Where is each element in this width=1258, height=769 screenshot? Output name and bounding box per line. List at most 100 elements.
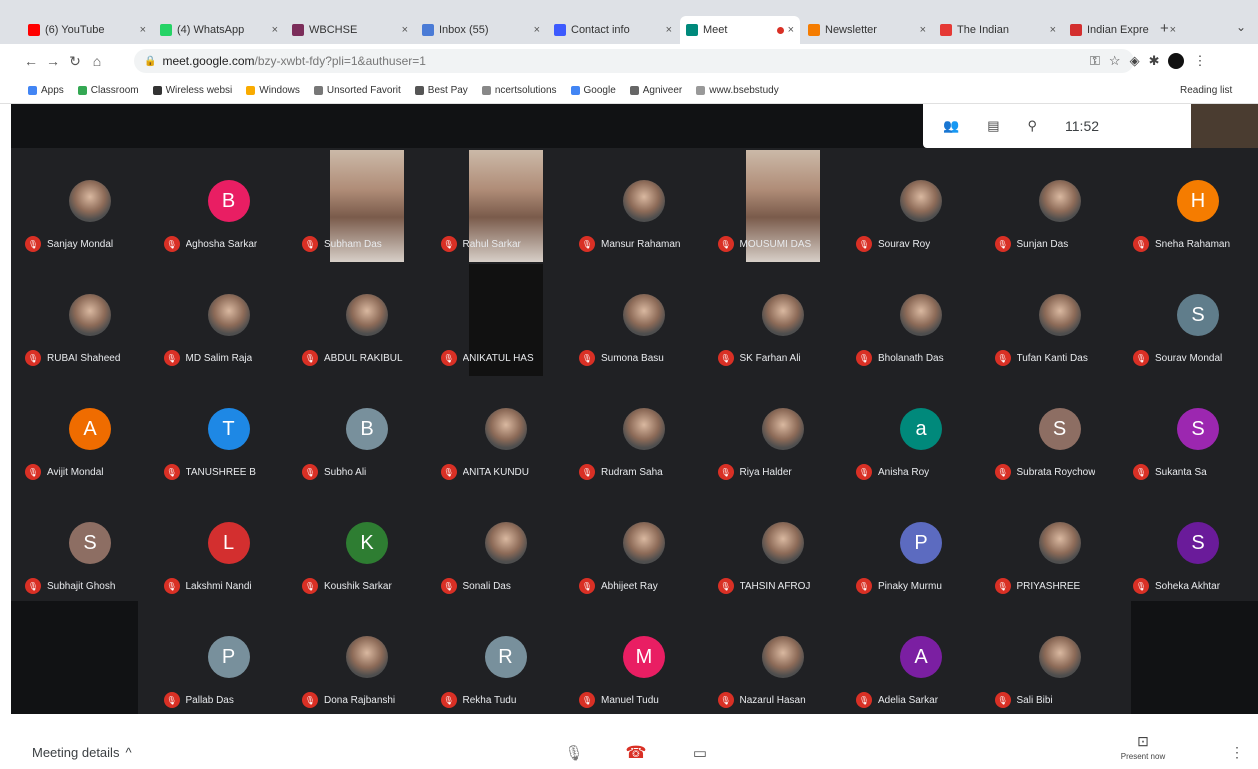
bookmark-icon	[570, 86, 580, 95]
participant-tile[interactable]: 🎙 PRIYASHREE	[991, 492, 1128, 604]
bookmark-item[interactable]: Unsorted Favorit	[313, 85, 401, 96]
participant-tile[interactable]: 🎙 Subham Das	[298, 150, 435, 262]
participant-tile[interactable]: B 🎙 Aghosha Sarkar	[160, 150, 297, 262]
present-now-button[interactable]: ⊡ Present now	[1108, 733, 1178, 761]
participant-tile[interactable]: 🎙 Dona Rajbanshi	[298, 606, 435, 714]
browser-tab[interactable]: (6) YouTube ×	[22, 16, 152, 44]
back-icon[interactable]: ←	[20, 53, 42, 69]
close-tab-icon[interactable]: ×	[140, 24, 146, 36]
participant-name: Dona Rajbanshi	[324, 694, 396, 706]
bookmark-item[interactable]: www.bsebstudy	[696, 85, 779, 96]
close-tab-icon[interactable]: ×	[272, 24, 278, 36]
participant-tile[interactable]: S 🎙 Subrata Roychow	[991, 378, 1128, 490]
close-tab-icon[interactable]: ×	[920, 24, 926, 36]
bookmark-label: www.bsebstudy	[709, 85, 779, 96]
participant-tile[interactable]: 🎙 MD Salim Raja	[160, 264, 297, 376]
participant-tile[interactable]: 🎙 MOUSUMI DAS	[714, 150, 851, 262]
bookmark-item[interactable]: Wireless websi	[152, 85, 232, 96]
participant-tile[interactable]: 🎙 Abhijeet Ray	[575, 492, 712, 604]
participant-tile[interactable]: a 🎙 Anisha Roy	[852, 378, 989, 490]
meeting-details-button[interactable]: Meeting details ^	[32, 745, 132, 760]
close-tab-icon[interactable]: ×	[788, 24, 794, 36]
microphone-button[interactable]: 🎙	[560, 742, 588, 764]
chrome-menu-icon[interactable]: ⋮	[1193, 53, 1206, 69]
participant-tile[interactable]: 🎙 Sanjay Mondal	[21, 150, 158, 262]
participant-tile[interactable]: L 🎙 Lakshmi Nandi	[160, 492, 297, 604]
puzzle-icon[interactable]: ✱	[1149, 53, 1160, 69]
browser-tab[interactable]: Indian Expre ×	[1064, 16, 1182, 44]
participant-tile[interactable]: 🎙 Rahul Sarkar	[437, 150, 574, 262]
participant-tile[interactable]: 🎙 Rudram Saha	[575, 378, 712, 490]
close-tab-icon[interactable]: ×	[402, 24, 408, 36]
browser-tab[interactable]: Inbox (55) ×	[416, 16, 546, 44]
bookmark-item[interactable]: Apps	[28, 85, 64, 96]
reading-list[interactable]: Reading list	[1180, 85, 1232, 96]
participant-tile[interactable]: M 🎙 Manuel Tudu	[575, 606, 712, 714]
participant-tile[interactable]: 🎙 Sali Bibi	[991, 606, 1128, 714]
extension-icon[interactable]: ◈	[1130, 53, 1140, 69]
more-options-icon[interactable]: ⋮	[1230, 744, 1244, 761]
participant-tile[interactable]: 🎙 Sonali Das	[437, 492, 574, 604]
participant-tile[interactable]: P 🎙 Pallab Das	[160, 606, 297, 714]
close-tab-icon[interactable]: ×	[666, 24, 672, 36]
participant-tile[interactable]: 🎙 Tufan Kanti Das	[991, 264, 1128, 376]
participant-tile[interactable]: S 🎙 Sourav Mondal	[1129, 264, 1258, 376]
tab-search-icon[interactable]: ⌄	[1236, 20, 1246, 34]
reload-icon[interactable]: ↻	[64, 53, 86, 70]
close-tab-icon[interactable]: ×	[1170, 24, 1176, 36]
participant-tile[interactable]: K 🎙 Koushik Sarkar	[298, 492, 435, 604]
participant-tile[interactable]: 🎙 Nazarul Hasan	[714, 606, 851, 714]
participant-tile[interactable]: P 🎙 Pinaky Murmu	[852, 492, 989, 604]
profile-avatar[interactable]	[1168, 53, 1185, 69]
forward-icon[interactable]: →	[42, 53, 64, 69]
browser-tab[interactable]: Contact info ×	[548, 16, 678, 44]
home-icon[interactable]: ⌂	[86, 53, 108, 69]
bookmark-item[interactable]: Classroom	[77, 85, 139, 96]
browser-tab[interactable]: Meet ×	[680, 16, 800, 44]
participant-tile[interactable]: 🎙 Sourav Roy	[852, 150, 989, 262]
participant-tile[interactable]: 🎙 Mansur Rahaman	[575, 150, 712, 262]
key-icon[interactable]: ⚿	[1090, 53, 1100, 69]
close-tab-icon[interactable]: ×	[534, 24, 540, 36]
participant-tile[interactable]: 🎙 ANIKATUL HAS	[437, 264, 574, 376]
browser-tab[interactable]: Newsletter ×	[802, 16, 932, 44]
browser-tab[interactable]: (4) WhatsApp ×	[154, 16, 284, 44]
people-icon[interactable]: 👥	[943, 118, 959, 134]
participant-tile[interactable]: A 🎙 Avijit Mondal	[21, 378, 158, 490]
chat-icon[interactable]: ▤	[987, 118, 999, 134]
bookmark-item[interactable]: ncertsolutions	[481, 85, 557, 96]
address-bar[interactable]: 🔒 meet.google.com /bzy-xwbt-fdy?pli=1&au…	[134, 49, 1134, 73]
close-tab-icon[interactable]: ×	[1050, 24, 1056, 36]
participant-tile[interactable]: 🎙 Sunjan Das	[991, 150, 1128, 262]
participant-tile[interactable]: S 🎙 Subhajit Ghosh	[21, 492, 158, 604]
participant-tile[interactable]: B 🎙 Subho Ali	[298, 378, 435, 490]
participant-tile[interactable]: S 🎙 Sukanta Sa	[1129, 378, 1258, 490]
activities-icon[interactable]: ⚲	[1027, 118, 1037, 134]
star-icon[interactable]: ☆	[1109, 53, 1121, 69]
leave-call-button[interactable]: ☎	[622, 742, 650, 764]
browser-tab[interactable]: WBCHSE ×	[286, 16, 414, 44]
participant-tile[interactable]: 🎙 ABDUL RAKIBUL	[298, 264, 435, 376]
bookmark-label: ncertsolutions	[494, 85, 557, 96]
participant-tile[interactable]: 🎙 Riya Halder	[714, 378, 851, 490]
participant-avatar: B	[346, 408, 388, 450]
participant-tile[interactable]: S 🎙 Soheka Akhtar	[1129, 492, 1258, 604]
browser-tab[interactable]: The Indian ×	[934, 16, 1062, 44]
participant-tile[interactable]: 🎙 Sumona Basu	[575, 264, 712, 376]
participant-tile[interactable]: 🎙 RUBAI Shaheed	[21, 264, 158, 376]
camera-button[interactable]: ▭	[686, 742, 714, 764]
bookmark-item[interactable]: Best Pay	[414, 85, 468, 96]
self-view-thumbnail[interactable]	[1191, 104, 1258, 148]
participant-tile[interactable]: T 🎙 TANUSHREE B	[160, 378, 297, 490]
bookmark-item[interactable]: Google	[570, 85, 616, 96]
participant-tile[interactable]: A 🎙 Adelia Sarkar	[852, 606, 989, 714]
participant-name: Bholanath Das	[878, 352, 944, 364]
participant-tile[interactable]: 🎙 TAHSIN AFROJ	[714, 492, 851, 604]
bookmark-item[interactable]: Windows	[246, 85, 300, 96]
participant-tile[interactable]: 🎙 Bholanath Das	[852, 264, 989, 376]
bookmark-item[interactable]: Agniveer	[629, 85, 682, 96]
participant-tile[interactable]: 🎙 ANITA KUNDU	[437, 378, 574, 490]
participant-tile[interactable]: H 🎙 Sneha Rahaman	[1129, 150, 1258, 262]
participant-tile[interactable]: R 🎙 Rekha Tudu	[437, 606, 574, 714]
participant-tile[interactable]: 🎙 SK Farhan Ali	[714, 264, 851, 376]
